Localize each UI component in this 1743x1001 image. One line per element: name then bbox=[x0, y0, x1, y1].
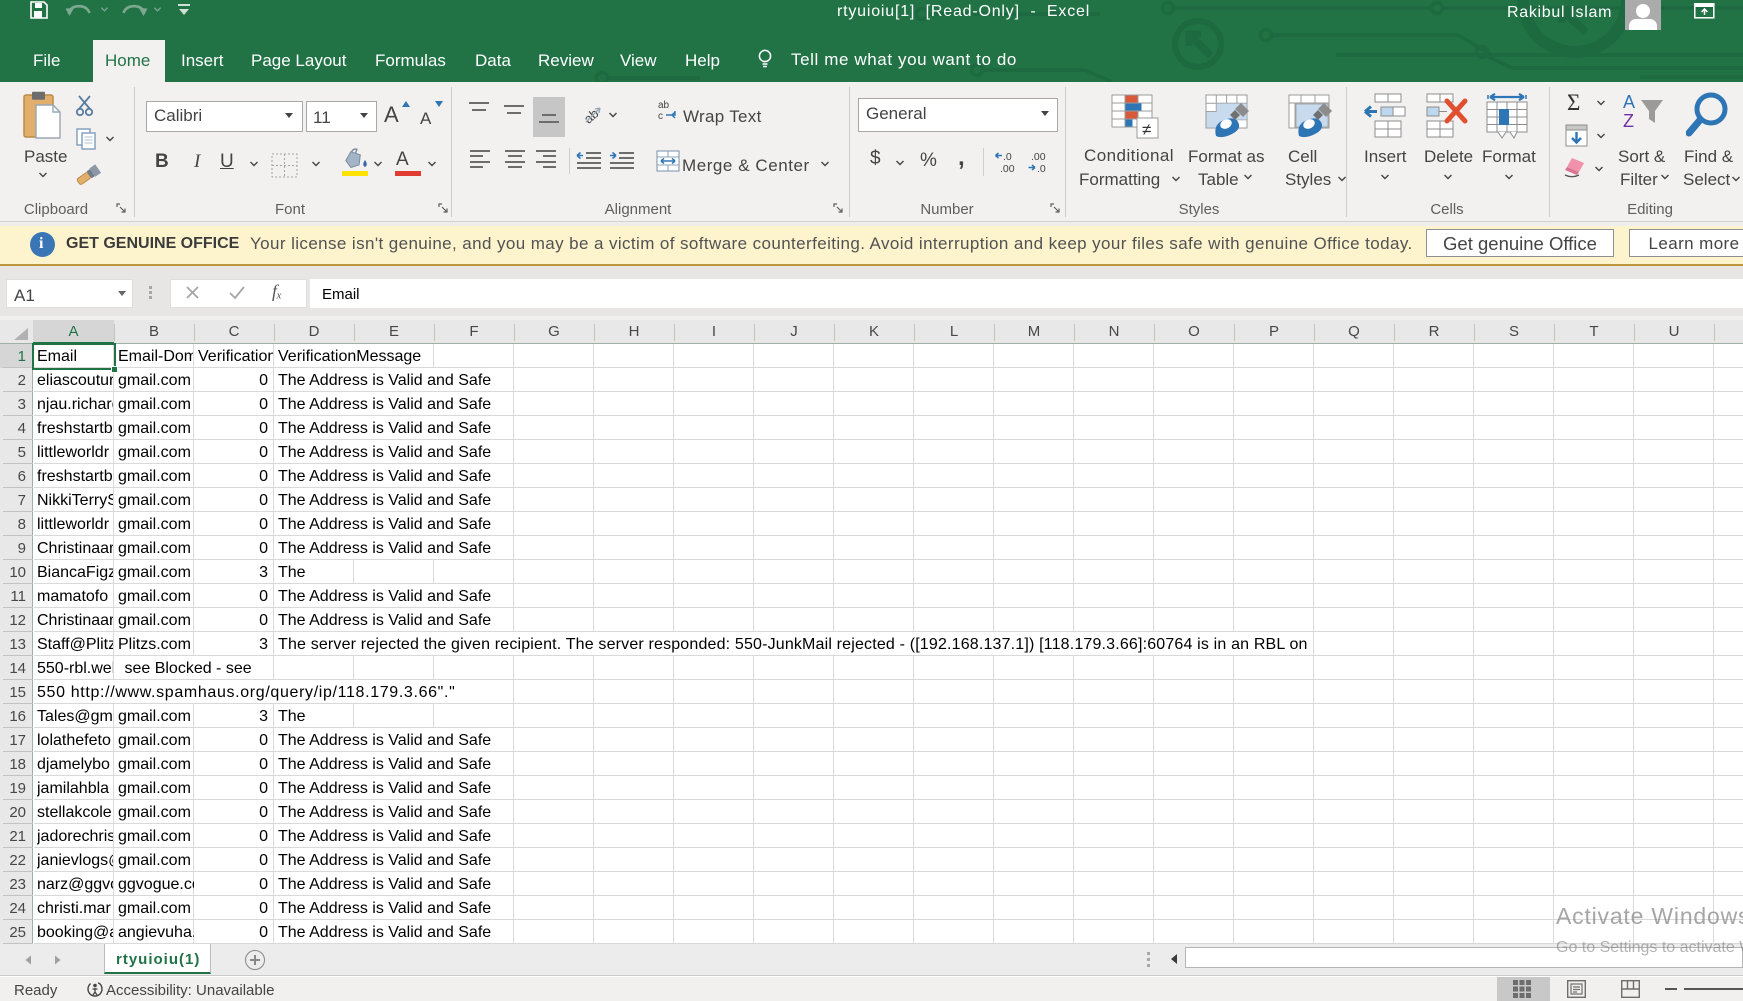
svg-text:.0: .0 bbox=[1003, 151, 1012, 163]
svg-text:.00: .00 bbox=[1000, 163, 1015, 174]
svg-text:.00: .00 bbox=[1031, 151, 1046, 163]
svg-text:ab: ab bbox=[658, 100, 670, 111]
svg-text:c: c bbox=[658, 111, 663, 122]
svg-text:≠: ≠ bbox=[1142, 120, 1151, 139]
svg-text:.0: .0 bbox=[1037, 163, 1046, 174]
